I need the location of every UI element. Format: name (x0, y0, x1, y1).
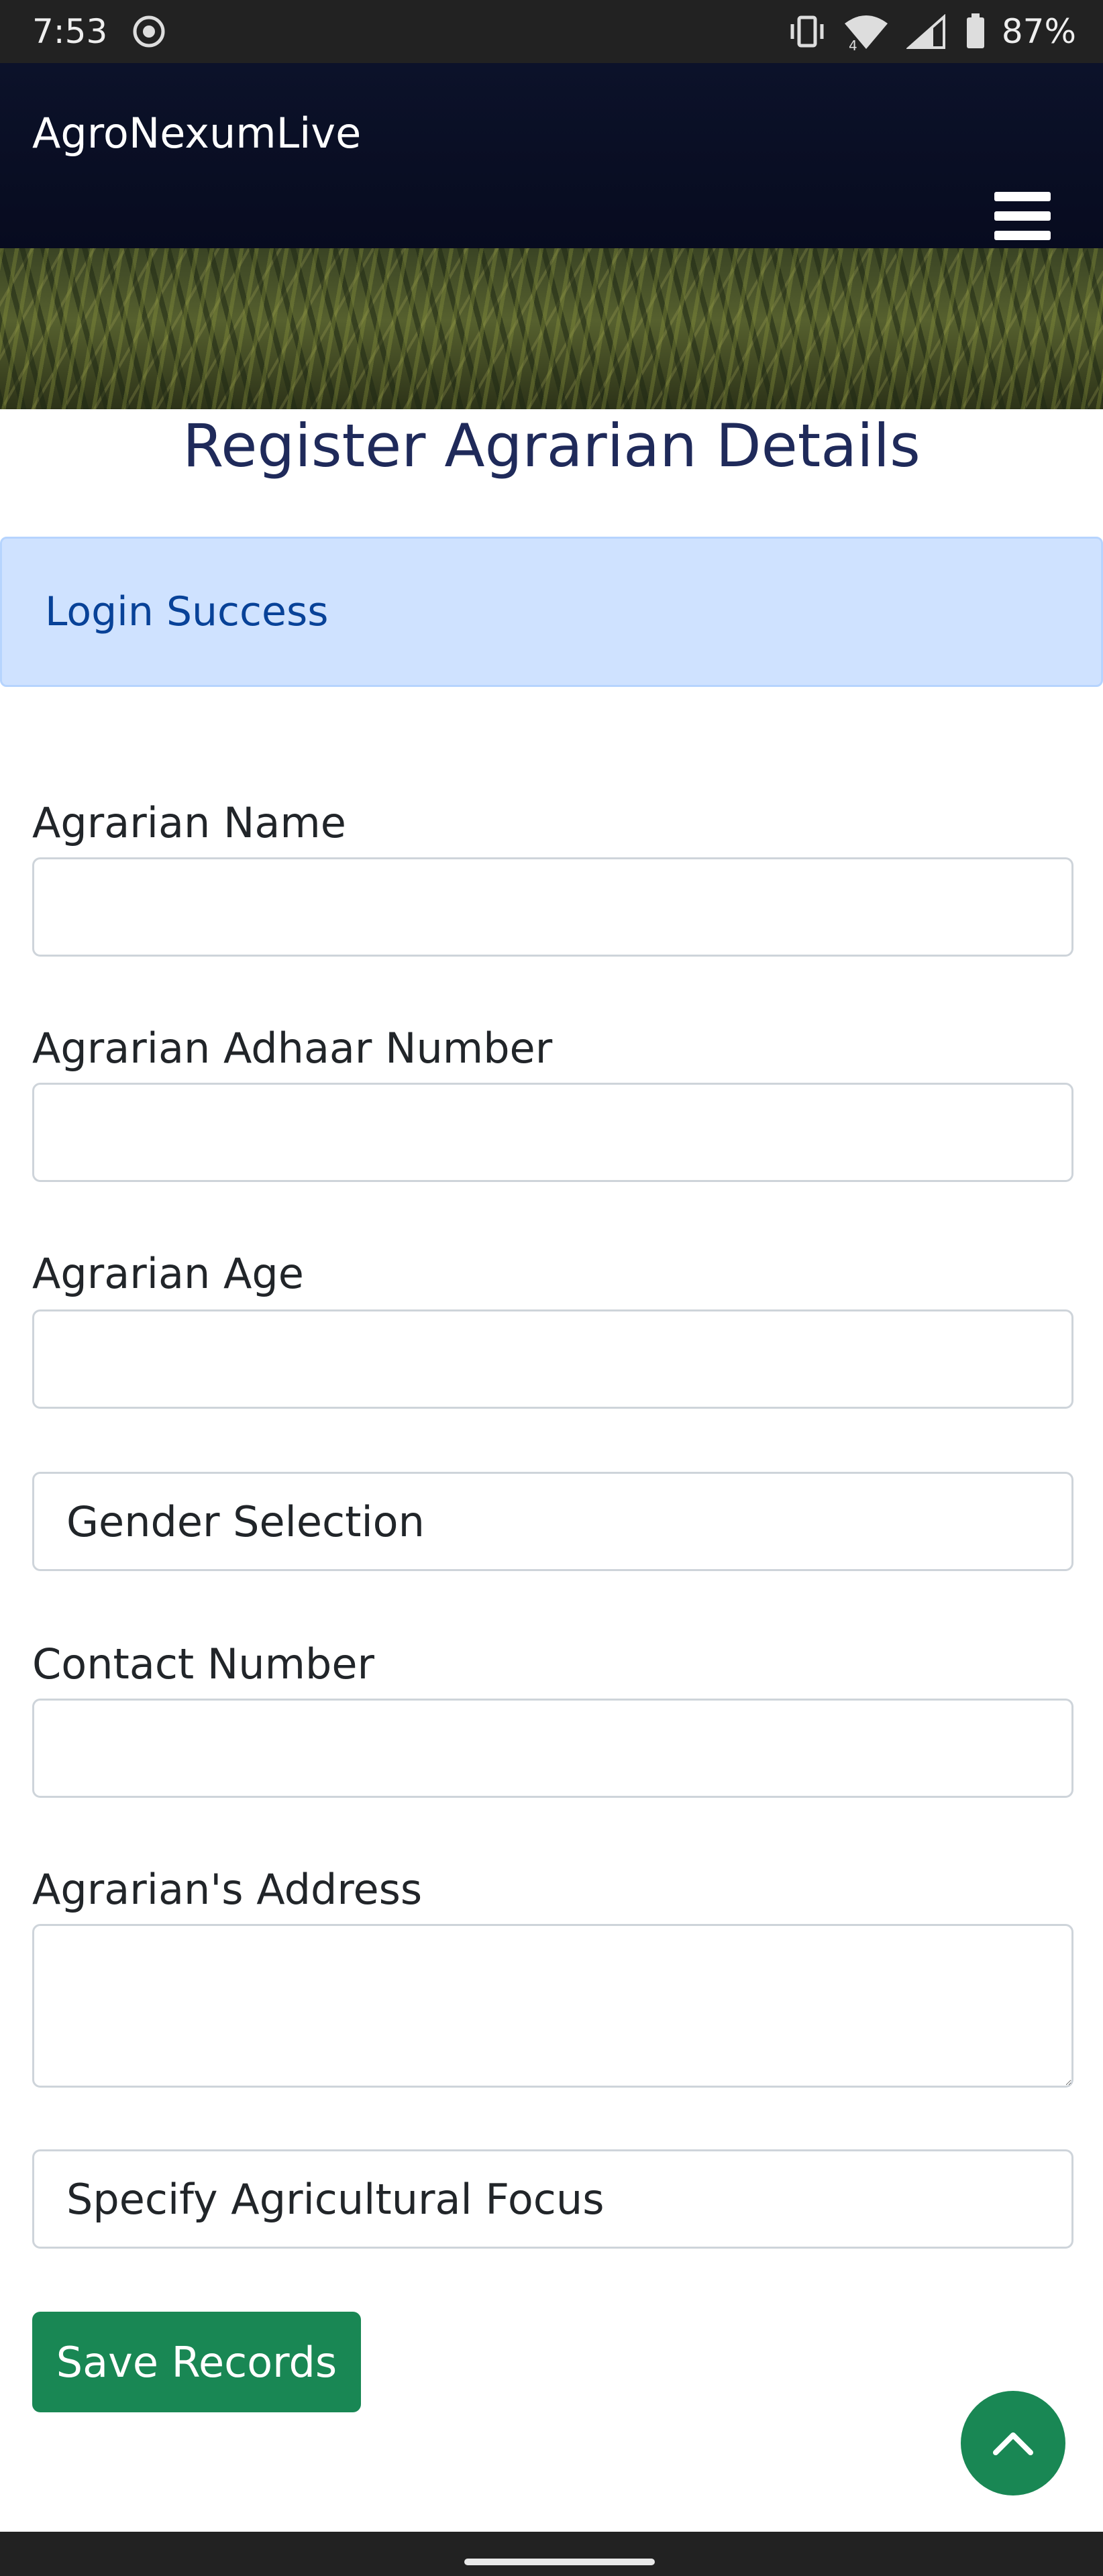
network-type: 4 (849, 38, 857, 50)
signal-icon (906, 14, 949, 49)
record-icon (132, 14, 166, 49)
home-gesture-handle[interactable] (464, 2559, 655, 2565)
contact-number-input[interactable] (32, 1699, 1073, 1798)
address-textarea[interactable] (32, 1924, 1073, 2088)
alert-message: Login Success (45, 588, 329, 635)
agricultural-focus-value: Specify Agricultural Focus (66, 2174, 605, 2224)
agrarian-name-input[interactable] (32, 857, 1073, 957)
status-bar: 7:53 4 87% (0, 0, 1103, 63)
agrarian-age-label: Agrarian Age (32, 1249, 304, 1298)
battery-percent: 87% (1001, 12, 1076, 51)
chevron-up-icon (992, 2430, 1035, 2457)
hamburger-menu-icon[interactable] (994, 192, 1051, 240)
aadhaar-number-input[interactable] (32, 1083, 1073, 1182)
gender-select[interactable]: Gender Selection (32, 1472, 1073, 1571)
top-navbar: AgroNexumLive (0, 63, 1103, 248)
brand-link[interactable]: AgroNexumLive (32, 109, 361, 158)
save-records-button[interactable]: Save Records (32, 2312, 361, 2412)
vibrate-icon (787, 15, 827, 48)
status-time: 7:53 (32, 12, 108, 51)
battery-icon (965, 13, 986, 50)
agricultural-focus-select[interactable]: Specify Agricultural Focus (32, 2149, 1073, 2249)
contact-number-label: Contact Number (32, 1640, 374, 1688)
login-success-alert: Login Success (0, 537, 1103, 687)
gender-select-value: Gender Selection (66, 1497, 425, 1546)
address-label: Agrarian's Address (32, 1865, 423, 1914)
wifi-icon: 4 (843, 13, 890, 50)
system-navigation-bar (0, 2532, 1103, 2576)
page-title: Register Agrarian Details (182, 411, 921, 480)
agrarian-age-input[interactable] (32, 1309, 1073, 1409)
agrarian-name-label: Agrarian Name (32, 798, 346, 847)
scroll-to-top-button[interactable] (961, 2391, 1065, 2496)
aadhaar-number-label: Agrarian Adhaar Number (32, 1024, 553, 1073)
hero-grass-image (0, 248, 1103, 409)
